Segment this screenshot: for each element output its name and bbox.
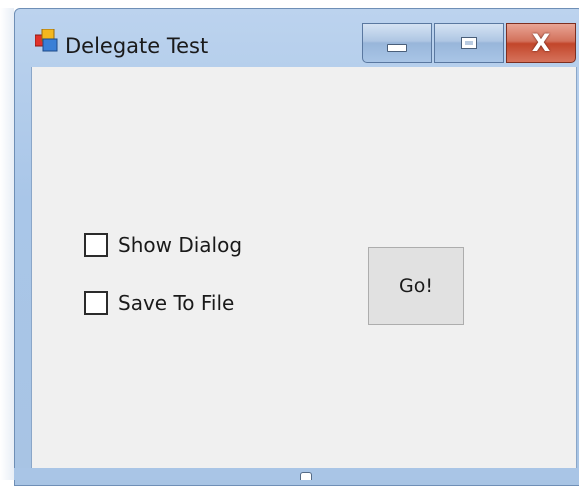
minimize-button[interactable]	[362, 23, 432, 63]
maximize-button[interactable]	[434, 23, 504, 63]
title-bar[interactable]: Delegate Test X	[15, 9, 579, 67]
window-title: Delegate Test	[65, 34, 209, 58]
desktop-edge	[0, 8, 14, 480]
app-icon[interactable]	[35, 29, 59, 53]
save-to-file-checkbox[interactable]	[84, 291, 108, 315]
minimize-icon	[387, 44, 407, 52]
close-button[interactable]: X	[506, 23, 576, 63]
save-to-file-checkbox-row[interactable]: Save To File	[84, 291, 234, 315]
resize-grip[interactable]	[300, 472, 312, 480]
caption-buttons: X	[362, 23, 576, 63]
window: Delegate Test X Show Dialog Save To File…	[14, 8, 579, 486]
show-dialog-checkbox[interactable]	[84, 233, 108, 257]
save-to-file-label[interactable]: Save To File	[118, 291, 234, 315]
show-dialog-label[interactable]: Show Dialog	[118, 233, 242, 257]
window-bottom-border	[14, 468, 579, 480]
go-button[interactable]: Go!	[368, 247, 464, 325]
close-icon: X	[531, 29, 551, 57]
form-client-area: Show Dialog Save To File Go!	[31, 67, 577, 477]
show-dialog-checkbox-row[interactable]: Show Dialog	[84, 233, 242, 257]
maximize-icon	[461, 37, 477, 49]
